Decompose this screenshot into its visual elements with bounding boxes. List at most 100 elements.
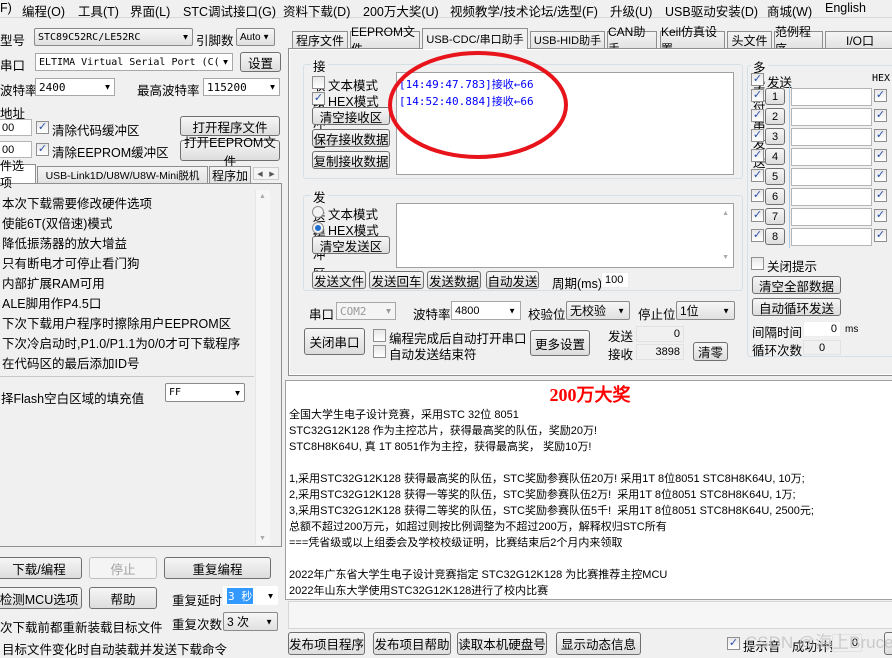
tab-examples[interactable]: 范例程序 [774,25,823,56]
multi-hex-checkbox[interactable]: ✓ [874,89,887,102]
multi-send-button-7[interactable]: 7 [765,208,785,225]
option-item[interactable]: 降低振荡器的放大增益 [2,233,127,252]
close-serial-button[interactable]: 关闭串口 [304,328,365,355]
menu-file[interactable]: F) [0,1,12,15]
send-file-button[interactable]: 发送文件 [312,271,366,289]
serial-port-select[interactable]: COM2 ▼ [336,302,396,320]
multi-send-button-4[interactable]: 4 [765,148,785,165]
multi-row-checkbox[interactable]: ✓ [751,129,764,142]
multi-row-checkbox[interactable]: ✓ [751,149,764,162]
repeat-delay-select[interactable]: 3 秒 ▼ [223,586,278,605]
eeprom-address-input[interactable]: 00 [0,141,32,158]
stop-bits-select[interactable]: 1位 ▼ [676,301,735,320]
multi-row-checkbox[interactable]: ✓ [751,209,764,222]
loop-send-button[interactable]: 自动循环发送 [752,298,841,316]
show-dynamic-info-button[interactable]: 显示动态信息 [556,632,641,655]
period-input[interactable]: 100 [601,272,629,288]
scroll-down-icon[interactable]: ▼ [259,535,266,542]
menu-program[interactable]: 编程(O) [22,1,65,20]
multi-string-input[interactable] [791,108,872,126]
download-program-button[interactable]: 下载/编程 [0,557,82,579]
settings-button[interactable]: 设置 [240,52,281,72]
clear-send-button[interactable]: 清空发送区 [312,236,390,254]
reload-each-time-label[interactable]: 次下载前都重新装载目标文件 [0,617,163,636]
multi-string-input[interactable] [791,128,872,146]
menu-tools[interactable]: 工具(T) [78,1,119,20]
beep-checkbox[interactable]: ✓ [727,637,740,650]
parity-select[interactable]: 无校验 ▼ [566,301,630,320]
multi-hex-checkbox[interactable]: ✓ [874,109,887,122]
menu-usb-driver[interactable]: USB驱动安装(D) [665,1,758,20]
menu-video[interactable]: 视频教学/技术论坛/选型(F) [450,1,598,20]
open-eeprom-file-button[interactable]: 打开EEPROM文件 [180,136,280,169]
fill-value-select[interactable]: FF ▼ [165,383,245,402]
interval-input[interactable]: 0 [803,321,841,337]
arrow-left-icon[interactable]: ◀ [257,170,262,178]
tab-usb-cdc-serial[interactable]: USB-CDC/串口助手 [422,28,528,49]
option-item[interactable]: 本次下载需要修改硬件选项 [2,193,152,212]
auto-send-button[interactable]: 自动发送 [486,271,539,289]
serial-baud-select[interactable]: 4800 ▼ [451,301,521,320]
multi-hex-checkbox[interactable]: ✓ [874,149,887,162]
tab-program-encrypt[interactable]: 程序加 [209,166,251,183]
option-item[interactable]: 下次冷启动时,P1.0/P1.1为0/0才可下载程序 [2,333,240,352]
baud-select[interactable]: 2400 ▼ [35,78,115,96]
auto-reload-label[interactable]: 目标文件变化时自动装载并发送下载命令 [2,639,227,658]
multi-row-checkbox[interactable]: ✓ [751,169,764,182]
clear-code-checkbox[interactable]: ✓ [36,121,49,134]
option-item[interactable]: 在代码区的最后添加ID号 [2,353,140,372]
clear-all-data-button[interactable]: 清空全部数据 [752,276,841,294]
menu-prize[interactable]: 200万大奖(U) [363,1,439,20]
auto-end-checkbox[interactable] [373,345,386,358]
menu-downloads[interactable]: 资料下载(D) [283,1,350,20]
option-item[interactable]: 只有断电才可停止看门狗 [2,253,140,272]
multi-row-checkbox[interactable]: ✓ [751,109,764,122]
multi-string-input[interactable] [791,188,872,206]
multi-string-input[interactable] [791,168,872,186]
clear-eeprom-checkbox[interactable]: ✓ [36,143,49,156]
multi-send-button-5[interactable]: 5 [765,168,785,185]
multi-send-all-checkbox[interactable]: ✓ [751,73,764,86]
clear-count-button[interactable]: 清零 [693,342,728,361]
send-textarea[interactable]: ▲ ▼ [396,203,734,268]
multi-row-checkbox[interactable]: ✓ [751,89,764,102]
options-scrollbar[interactable]: ▲ ▼ [255,190,270,545]
close-tip-checkbox[interactable] [751,257,764,270]
multi-string-input[interactable] [791,228,872,246]
tab-io[interactable]: I/O口 [825,31,892,48]
tab-can[interactable]: CAN助手 [607,25,657,56]
tab-usb-link-offline[interactable]: USB-Link1D/U8W/U8W-Mini脱机 [37,166,208,183]
multi-send-button-8[interactable]: 8 [765,228,785,245]
code-address-input[interactable]: 00 [0,119,32,136]
clear-receive-button[interactable]: 清空接收区 [312,107,390,125]
multi-send-button-1[interactable]: 1 [765,88,785,105]
tab-scroll-arrows[interactable]: ◀ ▶ [253,167,279,180]
recv-text-mode-checkbox[interactable] [312,76,325,89]
multi-row-checkbox[interactable]: ✓ [751,229,764,242]
copy-receive-button[interactable]: 复制接收数据 [312,151,390,169]
menu-upgrade[interactable]: 升级(U) [610,1,652,20]
multi-string-input[interactable] [791,148,872,166]
pins-select[interactable]: Auto ▼ [236,28,275,46]
scroll-up-icon[interactable]: ▲ [259,193,266,200]
option-item[interactable]: 内部扩展RAM可用 [2,273,105,292]
stop-button[interactable]: 停止 [89,557,157,579]
option-item[interactable]: 使能6T(双倍速)模式 [2,213,112,232]
multi-hex-checkbox[interactable]: ✓ [874,229,887,242]
multi-hex-checkbox[interactable]: ✓ [874,209,887,222]
send-return-button[interactable]: 发送回车 [369,271,424,289]
tab-header-file[interactable]: 头文件 [727,31,772,48]
publish-help-button[interactable]: 发布项目帮助 [373,632,451,655]
port-select[interactable]: ELTIMA Virtual Serial Port (C(▼ [35,53,233,71]
send-hex-mode-radio[interactable] [312,222,324,234]
multi-hex-checkbox[interactable]: ✓ [874,189,887,202]
multi-send-button-3[interactable]: 3 [765,128,785,145]
scroll-down-icon[interactable]: ▼ [722,254,729,261]
menu-english[interactable]: English [825,1,866,15]
scroll-up-icon[interactable]: ▲ [722,210,729,217]
menu-shop[interactable]: 商城(W) [767,1,812,20]
detect-mcu-button[interactable]: 检测MCU选项 [0,587,82,609]
save-receive-button[interactable]: 保存接收数据 [312,129,390,147]
multi-send-button-2[interactable]: 2 [765,108,785,125]
menu-interface[interactable]: 界面(L) [130,1,170,20]
